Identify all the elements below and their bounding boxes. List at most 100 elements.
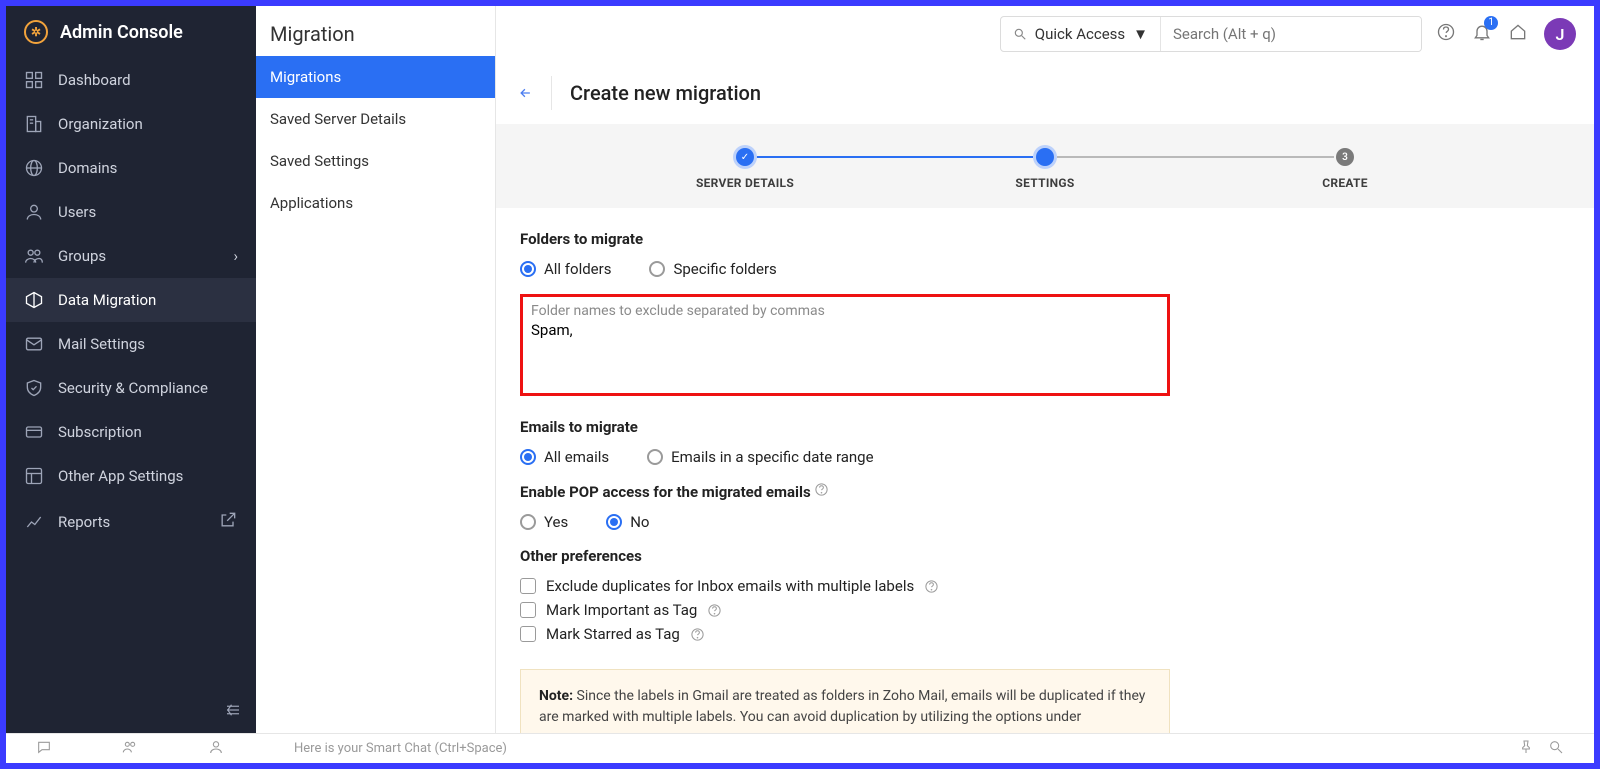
- search-input[interactable]: [1161, 17, 1421, 51]
- quick-access-dropdown[interactable]: Quick Access ▼: [1001, 17, 1161, 51]
- page-header: Create new migration: [496, 62, 1594, 124]
- home-icon[interactable]: [1508, 22, 1528, 46]
- subitem-label: Migrations: [270, 68, 341, 86]
- step-settings[interactable]: SETTINGS: [895, 148, 1195, 190]
- note-box: Note: Since the labels in Gmail are trea…: [520, 669, 1170, 733]
- checkbox-mark-starred[interactable]: [520, 626, 536, 642]
- chevron-right-icon: ›: [233, 247, 238, 265]
- note-text: Since the labels in Gmail are treated as…: [539, 688, 1145, 725]
- exclude-hint: Folder names to exclude separated by com…: [531, 303, 1159, 319]
- radio-icon: [647, 449, 663, 465]
- radio-icon: [520, 261, 536, 277]
- subitem-label: Saved Server Details: [270, 110, 406, 128]
- sidebar-item-other-apps[interactable]: Other App Settings: [6, 454, 256, 498]
- caret-down-icon: ▼: [1133, 25, 1148, 43]
- globe-icon: [24, 158, 44, 178]
- external-link-icon: [218, 510, 238, 534]
- sidebar-item-domains[interactable]: Domains: [6, 146, 256, 190]
- radio-icon: [520, 514, 536, 530]
- pop-title-text: Enable POP access for the migrated email…: [520, 483, 811, 501]
- sub-panel: Migration Migrations Saved Server Detail…: [256, 6, 496, 733]
- help-icon[interactable]: [690, 627, 705, 642]
- subitem-saved-server[interactable]: Saved Server Details: [256, 98, 495, 140]
- radio-label: No: [630, 513, 649, 531]
- sidebar-item-security[interactable]: Security & Compliance: [6, 366, 256, 410]
- radio-label: All folders: [544, 260, 611, 278]
- radio-icon: [649, 261, 665, 277]
- subitem-applications[interactable]: Applications: [256, 182, 495, 224]
- help-icon[interactable]: [814, 482, 829, 497]
- notifications-button[interactable]: 1: [1472, 22, 1492, 46]
- radio-pop-yes[interactable]: Yes: [520, 513, 568, 531]
- help-icon[interactable]: [707, 603, 722, 618]
- brand-icon: ✲: [24, 20, 48, 44]
- sidebar-item-label: Reports: [58, 513, 110, 531]
- checkbox-exclude-duplicates[interactable]: [520, 578, 536, 594]
- step-create[interactable]: 3CREATE: [1195, 148, 1495, 190]
- stepper: SERVER DETAILS SETTINGS 3CREATE: [496, 124, 1594, 208]
- footer-profile-icon[interactable]: [208, 739, 224, 759]
- help-icon[interactable]: [1436, 22, 1456, 46]
- brand-label: Admin Console: [60, 22, 183, 43]
- notification-badge: 1: [1484, 16, 1498, 30]
- avatar-initial: J: [1556, 25, 1565, 44]
- exclude-folders-input[interactable]: Spam,: [531, 321, 1159, 381]
- sidebar-item-label: Groups: [58, 247, 106, 265]
- step-label: SETTINGS: [895, 176, 1195, 190]
- exclude-folders-box: Folder names to exclude separated by com…: [520, 294, 1170, 396]
- page-title: Create new migration: [570, 81, 761, 105]
- sidebar-item-subscription[interactable]: Subscription: [6, 410, 256, 454]
- smart-chat-placeholder[interactable]: Here is your Smart Chat (Ctrl+Space): [294, 741, 507, 756]
- footer-contacts-icon[interactable]: [122, 739, 138, 759]
- sidebar-item-label: Dashboard: [58, 71, 131, 89]
- apps-icon: [24, 466, 44, 486]
- sidebar-item-label: Security & Compliance: [58, 379, 208, 397]
- checkbox-mark-important[interactable]: [520, 602, 536, 618]
- folders-section-title: Folders to migrate: [520, 230, 1570, 248]
- avatar[interactable]: J: [1544, 18, 1576, 50]
- step-label: SERVER DETAILS: [595, 176, 895, 190]
- footer-pin-icon[interactable]: [1518, 739, 1534, 759]
- help-icon[interactable]: [924, 579, 939, 594]
- emails-section-title: Emails to migrate: [520, 418, 1570, 436]
- back-button[interactable]: [518, 76, 552, 110]
- radio-label: All emails: [544, 448, 609, 466]
- radio-specific-folders[interactable]: Specific folders: [649, 260, 776, 278]
- sidebar-item-users[interactable]: Users: [6, 190, 256, 234]
- note-label: Note:: [539, 688, 573, 704]
- checkbox-label: Mark Starred as Tag: [546, 625, 680, 643]
- sidebar-item-data-migration[interactable]: Data Migration: [6, 278, 256, 322]
- radio-icon: [606, 514, 622, 530]
- subitem-saved-settings[interactable]: Saved Settings: [256, 140, 495, 182]
- radio-label: Emails in a specific date range: [671, 448, 873, 466]
- step-server-details[interactable]: SERVER DETAILS: [595, 148, 895, 190]
- radio-all-folders[interactable]: All folders: [520, 260, 611, 278]
- radio-all-emails[interactable]: All emails: [520, 448, 609, 466]
- sidebar-item-organization[interactable]: Organization: [6, 102, 256, 146]
- footer-chat-icon[interactable]: [36, 739, 52, 759]
- checkbox-label: Exclude duplicates for Inbox emails with…: [546, 577, 914, 595]
- user-icon: [24, 202, 44, 222]
- radio-emails-range[interactable]: Emails in a specific date range: [647, 448, 873, 466]
- brand: ✲ Admin Console: [6, 6, 256, 58]
- building-icon: [24, 114, 44, 134]
- sidebar-item-mail-settings[interactable]: Mail Settings: [6, 322, 256, 366]
- sidebar-item-dashboard[interactable]: Dashboard: [6, 58, 256, 102]
- subitem-label: Saved Settings: [270, 152, 369, 170]
- subitem-migrations[interactable]: Migrations: [256, 56, 495, 98]
- radio-pop-no[interactable]: No: [606, 513, 649, 531]
- pop-section-title: Enable POP access for the migrated email…: [520, 482, 1570, 501]
- step-dot-done-icon: [736, 148, 754, 166]
- step-number: 3: [1342, 152, 1348, 163]
- sidebar-item-reports[interactable]: Reports: [6, 498, 256, 546]
- footer: Here is your Smart Chat (Ctrl+Space): [6, 733, 1594, 763]
- radio-icon: [520, 449, 536, 465]
- collapse-sidebar-button[interactable]: [6, 691, 256, 733]
- shield-icon: [24, 378, 44, 398]
- migration-icon: [24, 290, 44, 310]
- footer-search-icon[interactable]: [1548, 739, 1564, 759]
- sidebar: ✲ Admin Console Dashboard Organization D…: [6, 6, 256, 733]
- sidebar-item-groups[interactable]: Groups ›: [6, 234, 256, 278]
- sidebar-item-label: Other App Settings: [58, 467, 183, 485]
- topbar: Quick Access ▼ 1 J: [496, 6, 1594, 62]
